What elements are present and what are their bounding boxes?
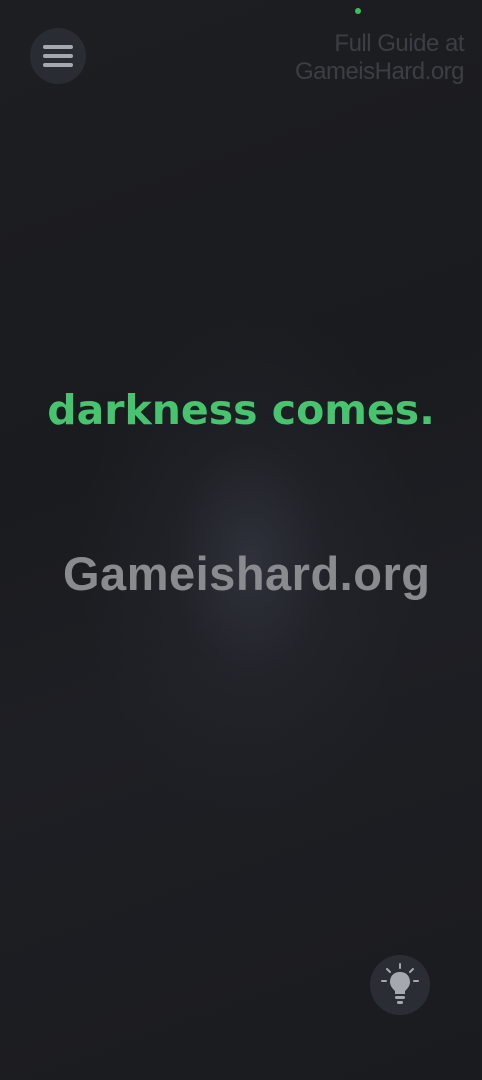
status-indicator-dot [355,8,361,14]
lightbulb-icon [380,963,420,1007]
menu-button[interactable] [30,28,86,84]
guide-watermark: Full Guide at GameisHard.org [294,30,465,86]
hint-button[interactable] [370,955,430,1015]
center-watermark: Gameishard.org [63,547,431,600]
guide-watermark-line1: Full Guide at [334,30,464,57]
game-screen: Full Guide at GameisHard.org darkness co… [0,0,482,1080]
story-text: darkness comes. [47,386,435,434]
guide-watermark-line2: GameisHard.org [294,58,465,85]
hamburger-menu-icon [43,44,73,68]
